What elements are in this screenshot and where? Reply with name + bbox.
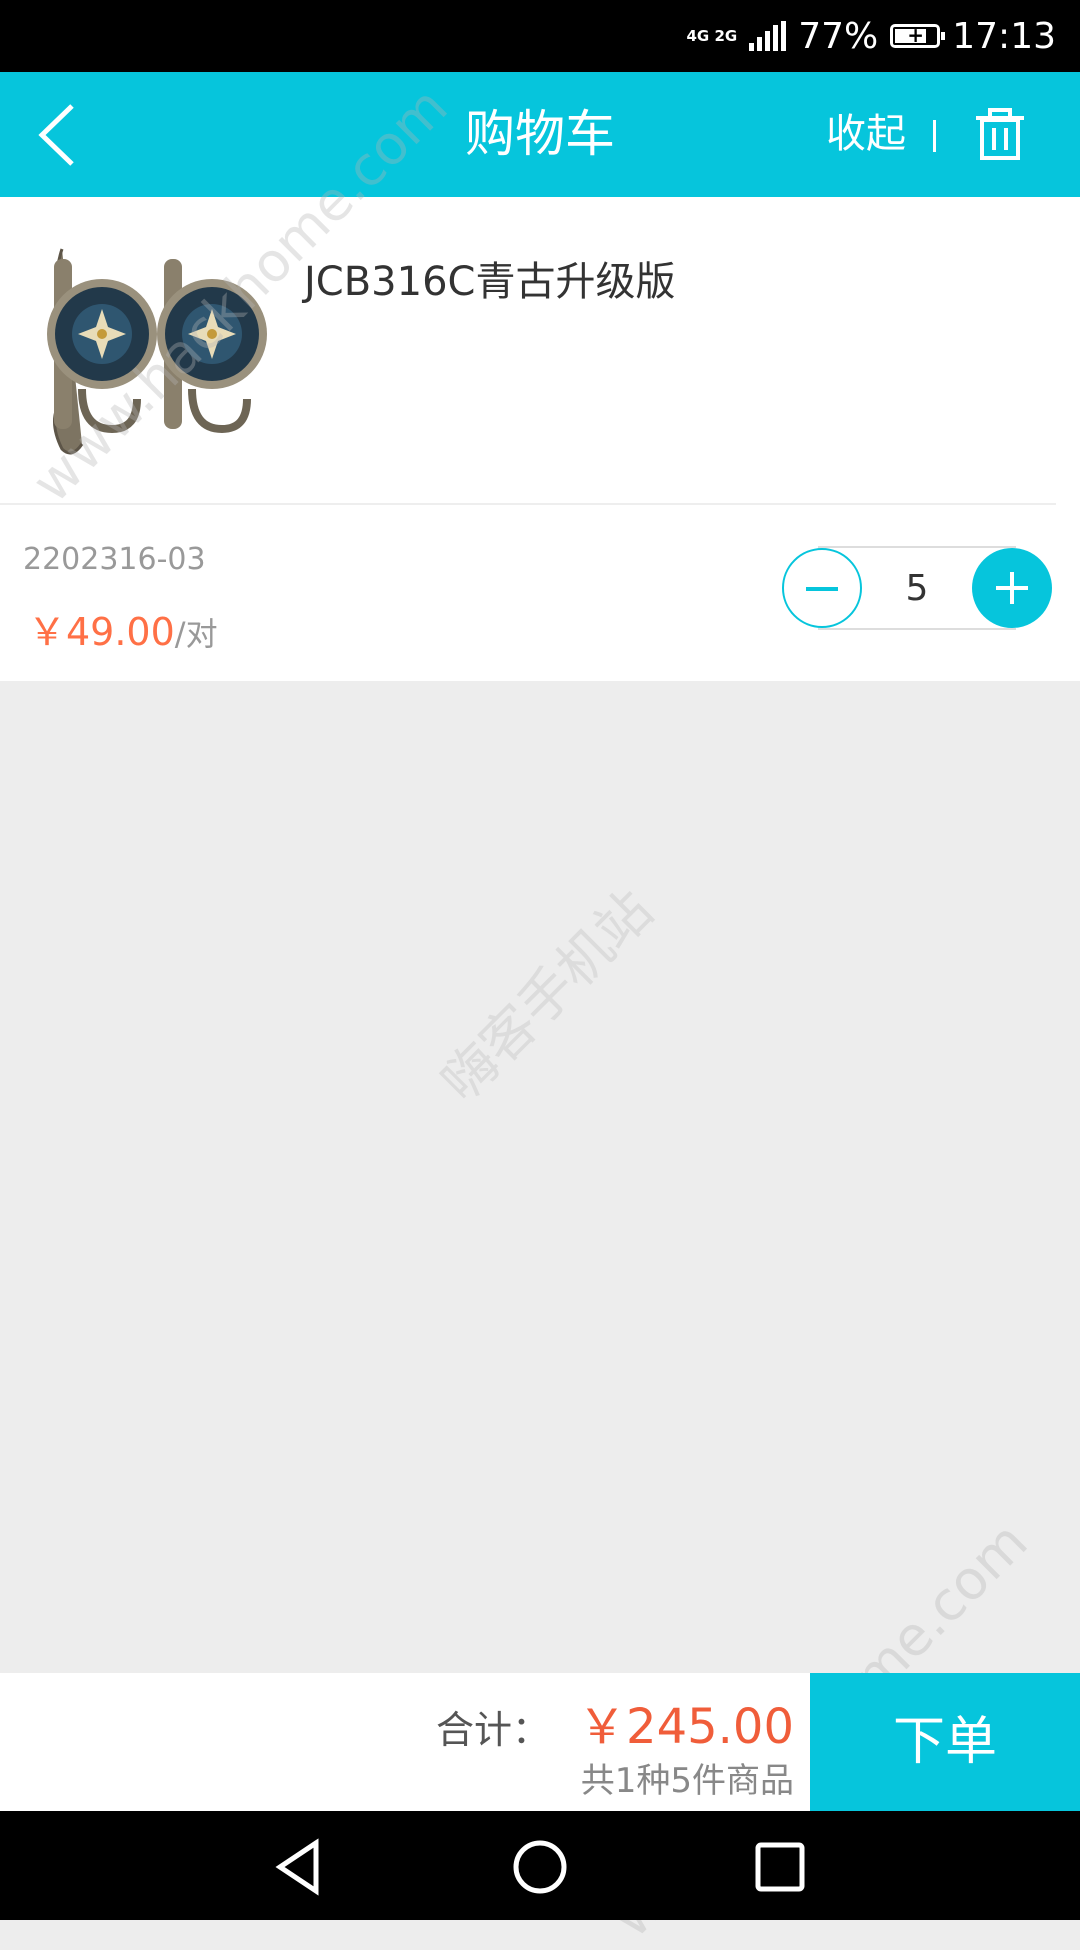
circle-home-icon [513,1840,567,1894]
increase-quantity-button[interactable] [972,548,1052,628]
app-header: 购物车 收起 [0,72,1080,197]
decrease-quantity-button[interactable] [782,548,862,628]
product-image[interactable] [32,239,272,469]
status-indicators: 4G 2G 77% + 17:13 [687,0,1057,72]
status-bar: 4G 2G 77% + 17:13 [0,0,1080,72]
product-code: 2202316-03 [23,542,206,577]
item-summary: 共1种5件商品 [580,1761,794,1801]
watermark: 嗨客手机站 [429,878,665,1114]
page-title: 购物车 [465,105,615,163]
signal-icon [749,21,787,51]
triangle-back-icon [275,1838,319,1896]
product-name[interactable]: JCB316C青古升级版 [304,249,675,307]
battery-icon: + [890,23,946,48]
square-recents-icon [755,1842,805,1892]
collapse-button[interactable]: 收起 [826,72,906,197]
system-nav-bar [0,1811,1080,1920]
cart-item: JCB316C青古升级版 2202316-03 ￥49.00/对 5 [0,197,1080,681]
quantity-stepper: 5 [782,546,1052,632]
place-order-button[interactable]: 下单 [810,1673,1080,1811]
price-unit: /对 [174,615,218,653]
total-row: 合计： ￥245.00 [436,1687,794,1757]
product-price-row: ￥49.00/对 [28,601,218,656]
checkout-bar: 合计： ￥245.00 共1种5件商品 下单 [0,1673,1080,1811]
total-label: 合计： [436,1708,551,1752]
trash-icon [976,108,1024,160]
header-divider [933,120,936,152]
network-type: 4G 2G [686,26,738,45]
nav-back-button[interactable] [268,1835,332,1899]
nav-home-button[interactable] [508,1835,572,1899]
delete-button[interactable] [972,106,1028,162]
nav-recents-button[interactable] [748,1835,812,1899]
total-amount: ￥245.00 [578,1699,794,1755]
battery-percent: 77% [798,15,879,57]
product-price: ￥49.00 [28,610,175,654]
quantity-value[interactable]: 5 [862,546,972,632]
clock: 17:13 [952,15,1056,57]
divider [0,503,1056,505]
